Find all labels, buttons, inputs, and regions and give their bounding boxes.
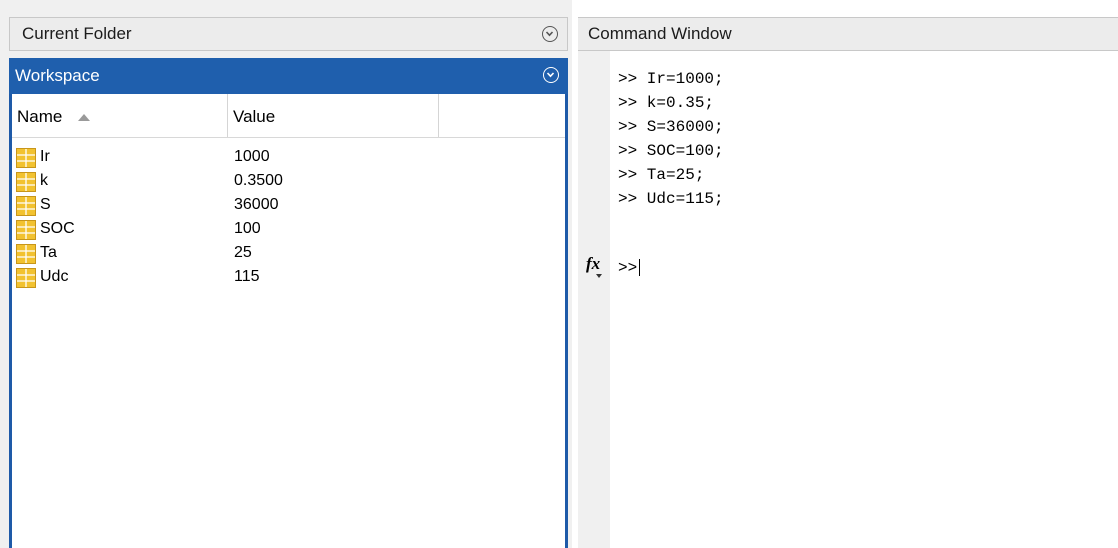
workspace-table-header: Name Value <box>12 94 565 138</box>
prompt-symbol: >> <box>618 259 638 277</box>
command-line: >> SOC=100; <box>618 142 724 160</box>
variable-value: 36000 <box>234 196 279 213</box>
column-header-value[interactable]: Value <box>228 94 439 137</box>
column-header-label: Name <box>17 107 63 126</box>
matlab-desktop: Current Folder Workspace Name Value Ir 1… <box>0 0 1118 548</box>
workspace-title: Workspace <box>15 66 100 85</box>
workspace-header[interactable]: Workspace <box>9 58 568 94</box>
command-line: >> S=36000; <box>618 118 724 136</box>
current-folder-header[interactable]: Current Folder <box>9 17 568 51</box>
command-window-title: Command Window <box>588 24 732 43</box>
variable-value: 25 <box>234 244 252 261</box>
command-window-gutter <box>578 51 610 548</box>
variable-icon <box>16 148 36 168</box>
variable-name: Ir <box>40 148 50 165</box>
variable-icon <box>16 244 36 264</box>
variable-name: k <box>40 172 48 189</box>
dropdown-arrow-icon <box>596 274 602 278</box>
variable-value: 0.3500 <box>234 172 283 189</box>
table-row[interactable]: Ta 25 <box>12 242 565 266</box>
workspace-panel: Workspace Name Value Ir 1000 k 0.3500 S … <box>9 58 568 548</box>
variable-name: SOC <box>40 220 75 237</box>
table-row[interactable]: k 0.3500 <box>12 170 565 194</box>
command-history: >> Ir=1000; >> k=0.35; >> S=36000; >> SO… <box>618 67 724 211</box>
command-window-body[interactable]: >> Ir=1000; >> k=0.35; >> S=36000; >> SO… <box>610 51 1118 548</box>
chevron-down-circle-icon[interactable] <box>542 26 558 42</box>
variable-value: 115 <box>234 268 260 285</box>
table-row[interactable]: Ir 1000 <box>12 146 565 170</box>
workspace-rows: Ir 1000 k 0.3500 S 36000 SOC 100 Ta 25 U… <box>12 146 565 290</box>
variable-icon <box>16 172 36 192</box>
command-line: >> Ta=25; <box>618 166 705 184</box>
variable-icon <box>16 220 36 240</box>
table-row[interactable]: SOC 100 <box>12 218 565 242</box>
variable-name: Udc <box>40 268 69 285</box>
table-row[interactable]: S 36000 <box>12 194 565 218</box>
chevron-down-circle-icon[interactable] <box>543 67 559 83</box>
column-header-empty[interactable] <box>439 94 565 137</box>
function-browser-icon[interactable]: fx <box>586 254 606 280</box>
sort-ascending-icon <box>78 114 90 121</box>
command-line: >> Ir=1000; <box>618 70 724 88</box>
command-line: >> k=0.35; <box>618 94 715 112</box>
current-folder-title: Current Folder <box>22 24 132 43</box>
command-window-header[interactable]: Command Window <box>578 17 1118 51</box>
command-prompt[interactable]: >> <box>618 256 641 280</box>
column-header-name[interactable]: Name <box>12 94 228 137</box>
variable-name: Ta <box>40 244 57 261</box>
variable-value: 1000 <box>234 148 270 165</box>
variable-icon <box>16 268 36 288</box>
variable-icon <box>16 196 36 216</box>
text-cursor <box>639 259 641 277</box>
workspace-table: Name Value Ir 1000 k 0.3500 S 36000 SOC … <box>12 94 565 548</box>
left-panel-area: Current Folder Workspace Name Value Ir 1… <box>0 0 572 548</box>
table-row[interactable]: Udc 115 <box>12 266 565 290</box>
variable-value: 100 <box>234 220 261 237</box>
variable-name: S <box>40 196 51 213</box>
command-line: >> Udc=115; <box>618 190 724 208</box>
fx-label: fx <box>586 254 601 273</box>
column-header-label: Value <box>233 107 276 126</box>
